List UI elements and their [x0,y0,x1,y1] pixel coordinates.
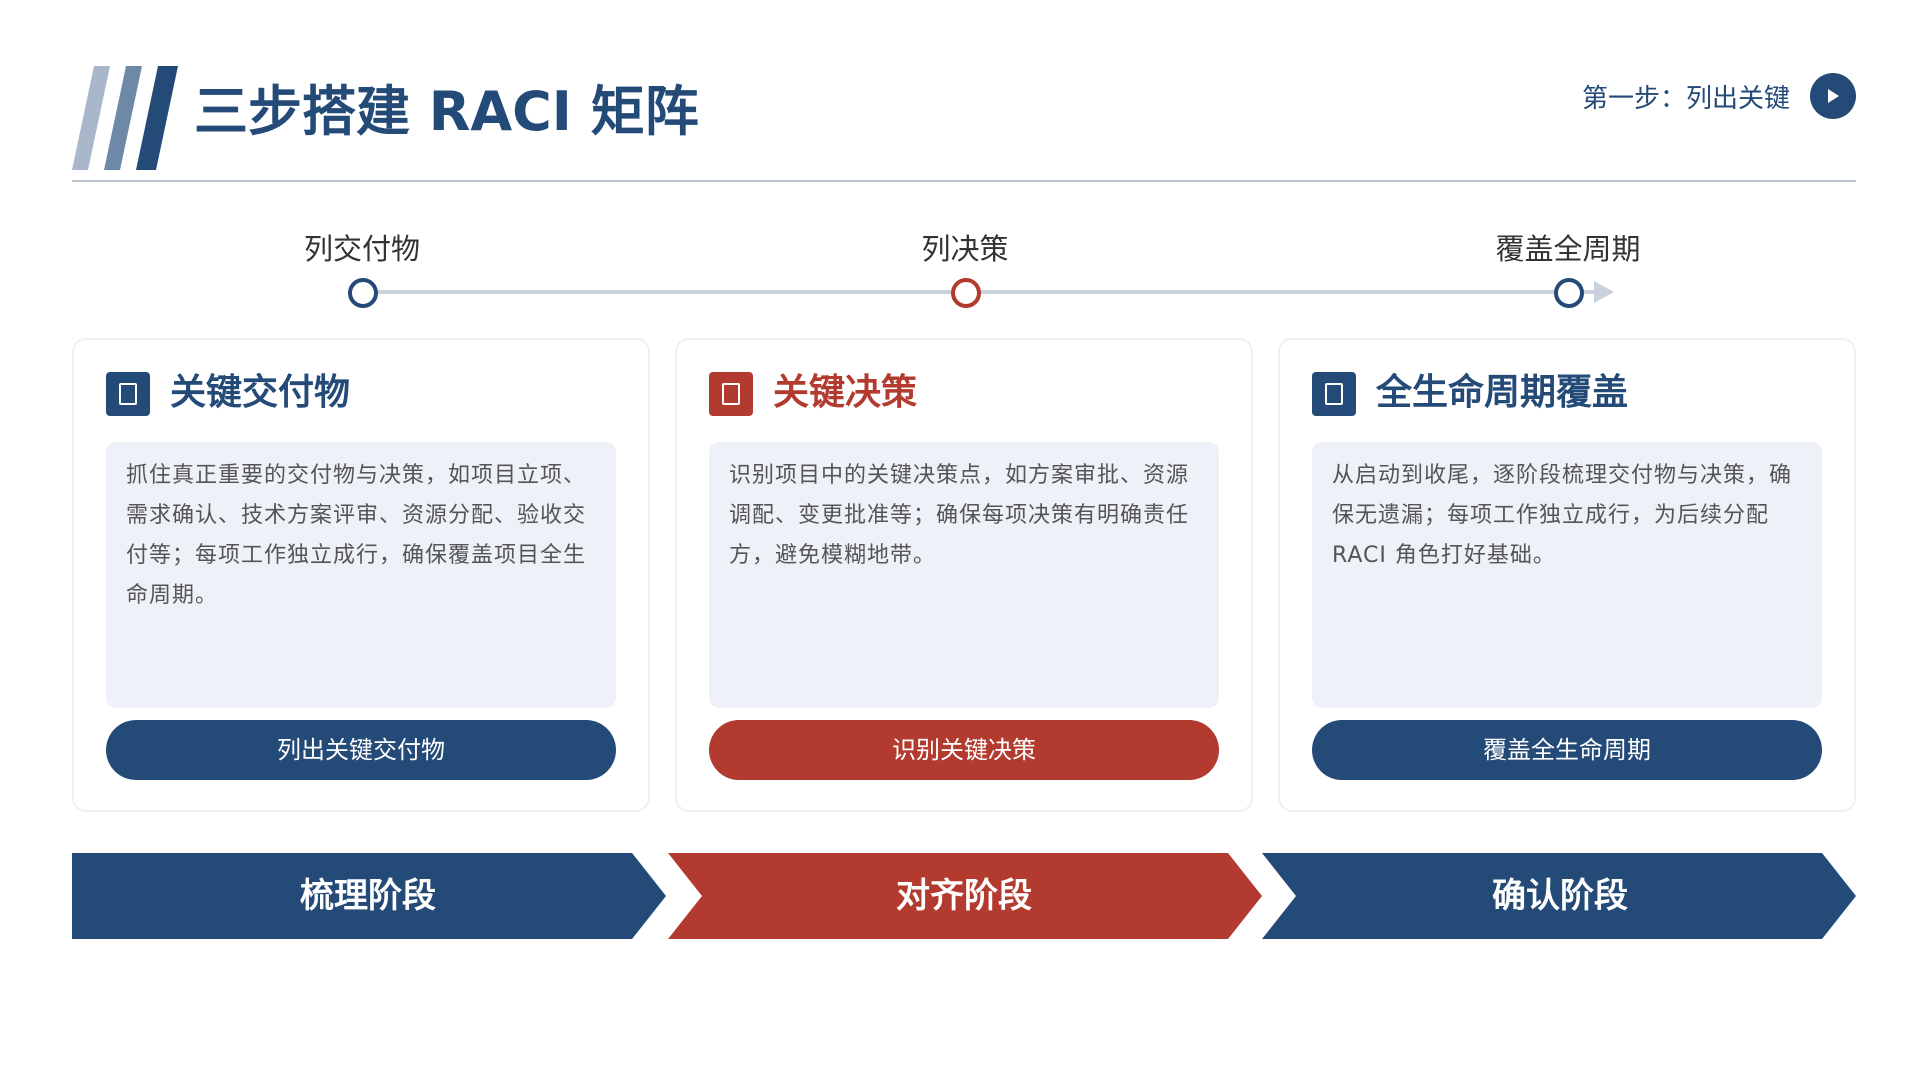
card-title: 全生命周期覆盖 [1376,372,1629,413]
step-label: 第一步：列出关键 [1581,83,1790,114]
header-divider [72,180,1856,182]
card-title: 关键决策 [773,372,918,413]
timeline-label-deliverables: 列交付物 [303,232,420,266]
timeline-node-deliverables[interactable] [348,278,378,308]
card-title: 关键交付物 [170,372,351,413]
phase-bar: 梳理阶段 对齐阶段 确认阶段 [72,853,1856,939]
phase-label-confirm: 确认阶段 [1492,876,1628,916]
timeline-label-decisions: 列决策 [921,232,1009,266]
cover-lifecycle-button[interactable]: 覆盖全生命周期 [1312,720,1822,780]
card-description: 从启动到收尾，逐阶段梳理交付物与决策，确保无遗漏；每项工作独立成行，为后续分配 … [1312,442,1822,708]
page-title: 三步搭建 RACI 矩阵 [194,80,699,143]
next-step-button[interactable] [1810,73,1856,119]
card-decisions: 关键决策 识别项目中的关键决策点，如方案审批、资源调配、变更批准等；确保每项决策… [675,338,1253,812]
card-deliverables: 关键交付物 抓住真正重要的交付物与决策，如项目立项、需求确认、技术方案评审、资源… [72,338,650,812]
timeline: 列交付物 列决策 覆盖全周期 [0,220,1920,310]
phase-label-sort: 梳理阶段 [300,876,436,916]
document-icon [1312,372,1356,416]
card-description: 识别项目中的关键决策点，如方案审批、资源调配、变更批准等；确保每项决策有明确责任… [709,442,1219,708]
play-icon [1828,89,1839,103]
timeline-node-decisions[interactable] [951,278,981,308]
step-indicator: 第一步：列出关键 [1582,72,1856,120]
list-deliverables-button[interactable]: 列出关键交付物 [106,720,616,780]
document-icon [709,372,753,416]
timeline-label-lifecycle: 覆盖全周期 [1495,232,1641,266]
phase-label-align: 对齐阶段 [896,876,1032,916]
timeline-arrow-icon [1594,281,1614,303]
card-lifecycle: 全生命周期覆盖 从启动到收尾，逐阶段梳理交付物与决策，确保无遗漏；每项工作独立成… [1278,338,1856,812]
document-icon [106,372,150,416]
identify-decisions-button[interactable]: 识别关键决策 [709,720,1219,780]
logo-stripes [72,66,178,170]
timeline-node-lifecycle[interactable] [1554,278,1584,308]
card-description: 抓住真正重要的交付物与决策，如项目立项、需求确认、技术方案评审、资源分配、验收交… [106,442,616,708]
